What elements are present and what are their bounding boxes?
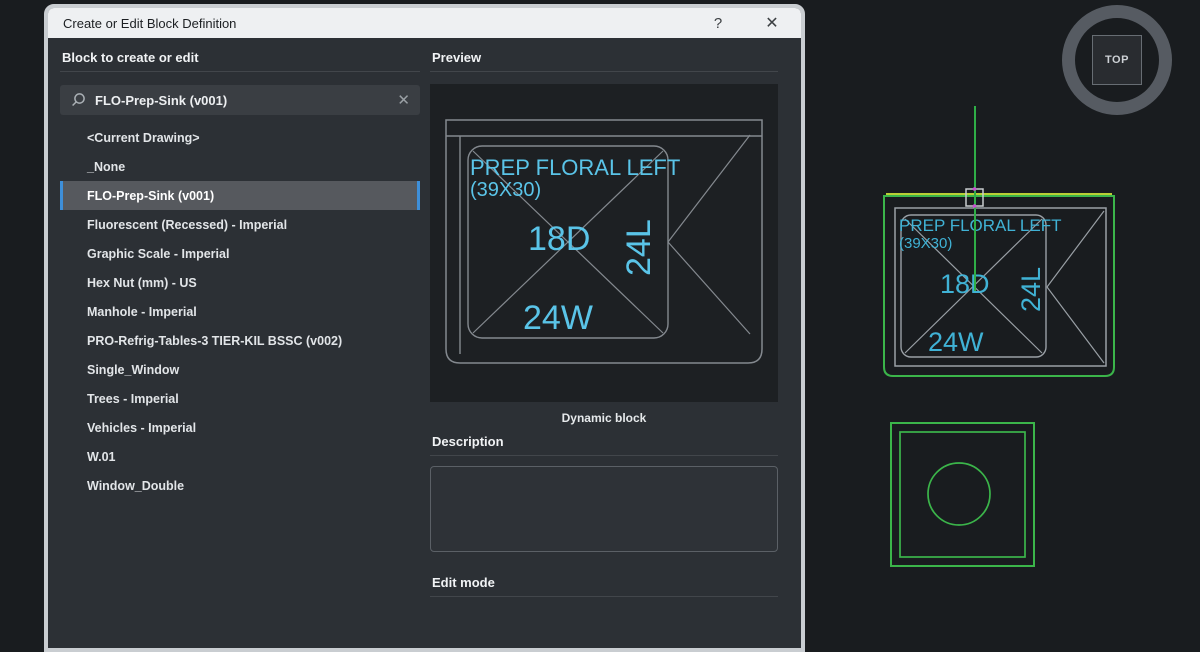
drainboard-diagonal [667, 134, 751, 243]
viewcube[interactable]: TOP [1062, 5, 1172, 115]
block-size-text: (39X30) [899, 235, 952, 252]
dynamic-block-caption: Dynamic block [561, 411, 647, 425]
block-list-item[interactable]: Manhole - Imperial [60, 297, 420, 326]
preview-panel: Preview PREP FLORAL LEFT (39X30) 18D 24L… [430, 38, 778, 597]
drainboard-diagonal [1046, 286, 1105, 364]
circle-entity[interactable] [927, 462, 991, 526]
dialog-title: Create or Edit Block Definition [63, 15, 237, 31]
width-label: 24W [523, 299, 593, 337]
description-input[interactable] [430, 466, 778, 552]
search-value: FLO-Prep-Sink (v001) [95, 92, 228, 108]
block-list-item[interactable]: Hex Nut (mm) - US [60, 268, 420, 297]
close-button[interactable]: ✕ [757, 8, 787, 38]
block-title-text: PREP FLORAL LEFT [470, 155, 680, 180]
depth-label: 18D [528, 220, 590, 258]
block-size-text: (39X30) [470, 179, 541, 201]
block-list-item[interactable]: Trees - Imperial [60, 384, 420, 413]
block-list-item[interactable]: Vehicles - Imperial [60, 413, 420, 442]
drainboard-diagonal [667, 241, 751, 335]
block-list: <Current Drawing> _None FLO-Prep-Sink (v… [60, 123, 420, 500]
depth-label: 18D [940, 269, 990, 299]
block-list-panel: Block to create or edit FLO-Prep-Sink (v… [60, 38, 420, 500]
length-label: 24L [1016, 267, 1046, 312]
block-list-item[interactable]: Fluorescent (Recessed) - Imperial [60, 210, 420, 239]
viewcube-top-face[interactable]: TOP [1092, 35, 1142, 85]
block-list-item-selected[interactable]: FLO-Prep-Sink (v001) [60, 181, 420, 210]
search-input[interactable]: FLO-Prep-Sink (v001) ✕ [60, 85, 420, 115]
block-list-item[interactable]: Single_Window [60, 355, 420, 384]
help-button[interactable]: ? [703, 8, 733, 38]
edit-mode-header: Edit mode [430, 557, 778, 597]
block-list-item[interactable]: PRO-Refrig-Tables-3 TIER-KIL BSSC (v002) [60, 326, 420, 355]
block-list-item[interactable]: W.01 [60, 442, 420, 471]
block-list-item[interactable]: _None [60, 152, 420, 181]
sink-block-geometry[interactable]: PREP FLORAL LEFT (39X30) 18D 24L 24W [883, 193, 1115, 377]
block-preview-drawing: PREP FLORAL LEFT (39X30) 18D 24L 24W [445, 119, 763, 364]
block-preview: PREP FLORAL LEFT (39X30) 18D 24L 24W [430, 84, 778, 402]
osnap-dot [972, 204, 977, 208]
crosshair-cursor [965, 106, 984, 291]
outer-square[interactable] [890, 422, 1035, 567]
block-list-item[interactable]: Window_Double [60, 471, 420, 500]
preview-header: Preview [430, 38, 778, 72]
width-label: 24W [928, 327, 984, 357]
block-definition-dialog: Create or Edit Block Definition ? ✕ Bloc… [44, 4, 805, 652]
search-icon [72, 93, 85, 107]
block-list-item[interactable]: <Current Drawing> [60, 123, 420, 152]
length-label: 24L [620, 219, 658, 276]
dialog-titlebar[interactable]: Create or Edit Block Definition ? ✕ [48, 8, 801, 38]
osnap-dot [972, 187, 977, 191]
clear-search-icon[interactable]: ✕ [397, 93, 410, 108]
square-circle-block-geometry[interactable] [890, 422, 1035, 567]
inner-square[interactable] [899, 431, 1026, 558]
block-list-header: Block to create or edit [60, 38, 420, 72]
block-title-text: PREP FLORAL LEFT [899, 216, 1062, 235]
description-header: Description [430, 425, 778, 456]
block-list-item[interactable]: Graphic Scale - Imperial [60, 239, 420, 268]
